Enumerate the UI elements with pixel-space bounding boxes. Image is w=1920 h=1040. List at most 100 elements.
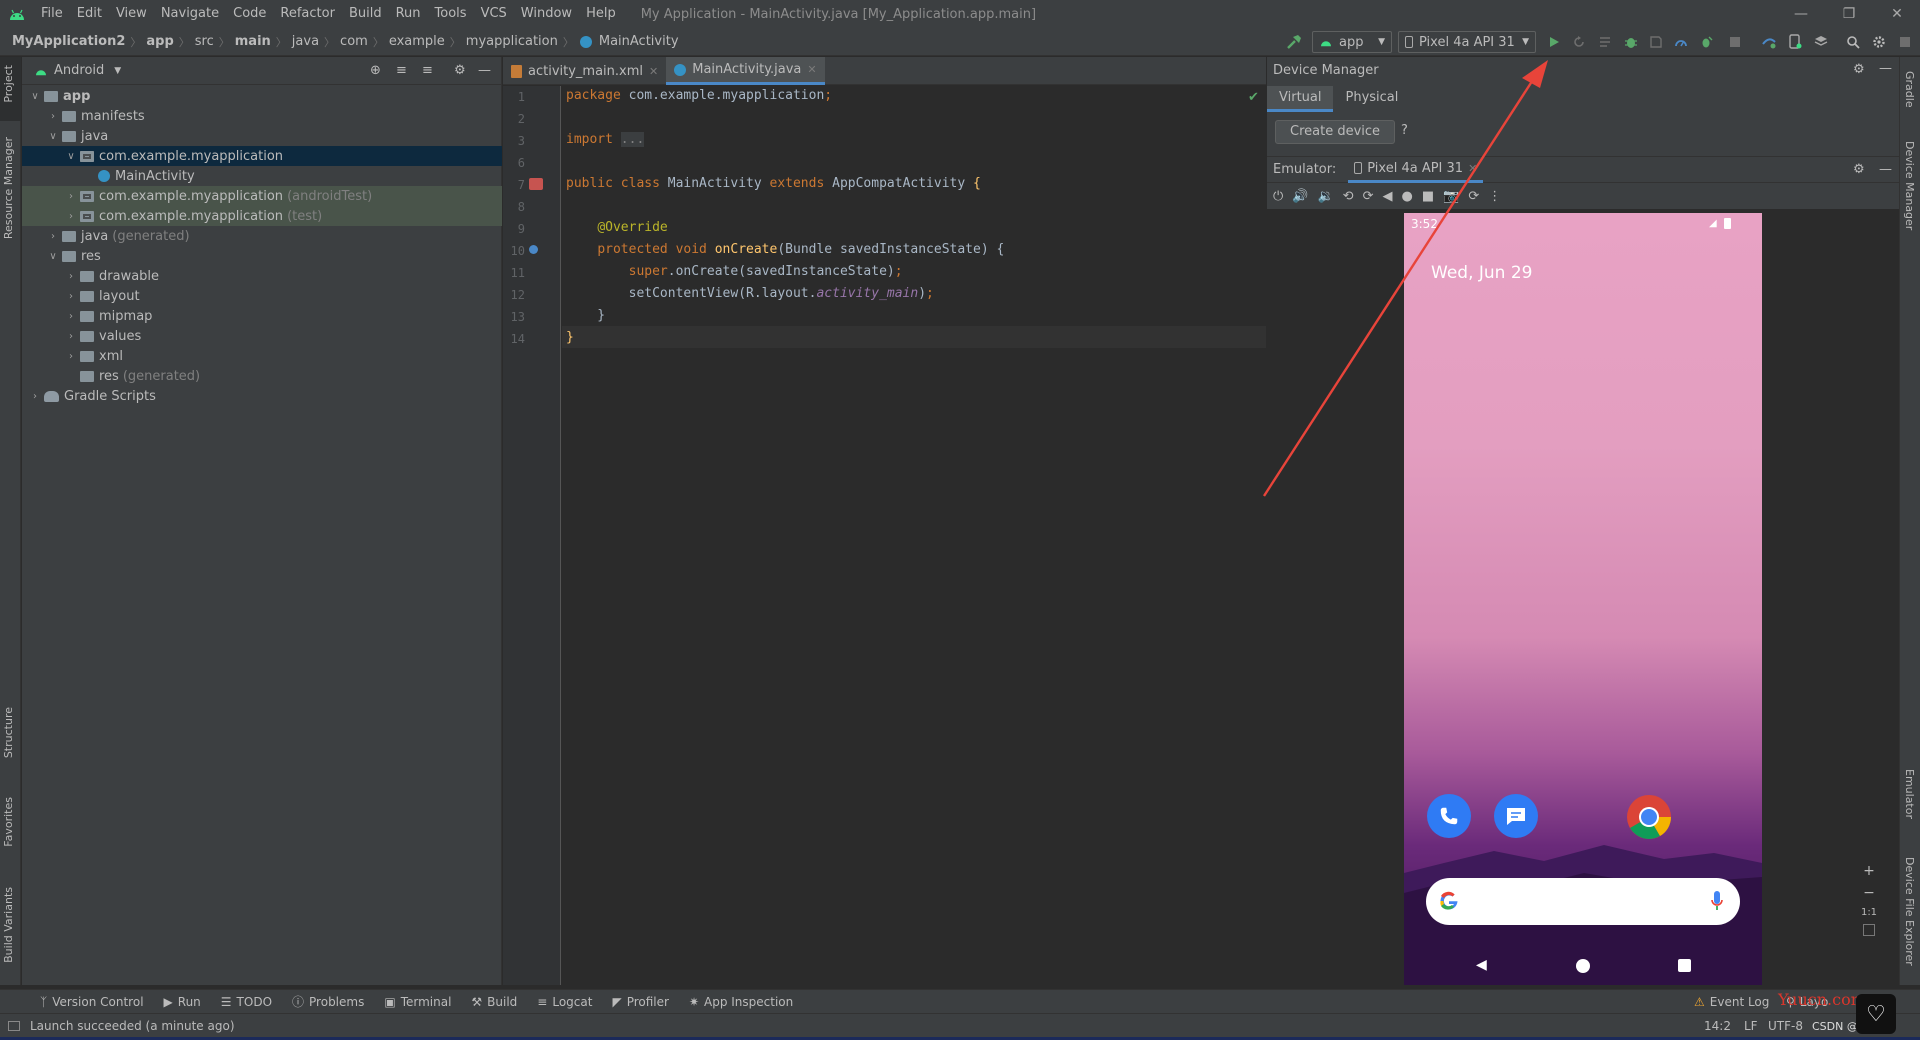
breadcrumb-java[interactable]: java: [289, 34, 322, 49]
hide-panel-icon[interactable]: —: [478, 63, 491, 78]
panel-settings-gear-icon[interactable]: ⚙: [1853, 162, 1865, 177]
stripe-resource-manager[interactable]: Resource Manager: [2, 137, 15, 239]
chevron-down-icon[interactable]: ∨: [46, 131, 60, 142]
microphone-icon[interactable]: [1710, 890, 1724, 914]
zoom-out-button[interactable]: −: [1863, 885, 1875, 901]
line-separator[interactable]: LF: [1744, 1019, 1758, 1033]
chevron-right-icon[interactable]: ›: [64, 331, 78, 342]
phone-back-icon[interactable]: ◀: [1476, 957, 1487, 973]
chevron-down-icon[interactable]: ∨: [46, 251, 60, 262]
stripe-emulator[interactable]: Emulator: [1903, 769, 1916, 819]
stripe-build-variants[interactable]: Build Variants: [2, 887, 15, 963]
tree-item[interactable]: › Gradle Scripts: [22, 386, 502, 406]
sync-gradle-icon[interactable]: [1760, 33, 1778, 51]
tree-item[interactable]: › manifests: [22, 106, 502, 126]
menu-view[interactable]: View: [109, 0, 154, 28]
sdk-manager-icon[interactable]: [1812, 33, 1830, 51]
chevron-right-icon[interactable]: ›: [64, 271, 78, 282]
breadcrumb-example[interactable]: example: [386, 34, 448, 49]
breadcrumb-myapplication[interactable]: myapplication: [463, 34, 561, 49]
status-toggle-icon[interactable]: [8, 1020, 20, 1031]
code-editor[interactable]: ✔ package com.example.myapplication; impo…: [562, 86, 1266, 985]
stripe-structure[interactable]: Structure: [2, 707, 15, 758]
tree-item[interactable]: ∨ com.example.myapplication: [22, 146, 502, 166]
tree-item[interactable]: › mipmap: [22, 306, 502, 326]
tree-item[interactable]: ∨ java: [22, 126, 502, 146]
chevron-right-icon[interactable]: ›: [28, 391, 42, 402]
run-config-select[interactable]: app ▼: [1312, 31, 1392, 53]
chevron-right-icon[interactable]: ›: [46, 111, 60, 122]
tree-item[interactable]: › values: [22, 326, 502, 346]
tree-item[interactable]: › drawable: [22, 266, 502, 286]
code-token[interactable]: ...: [620, 132, 645, 147]
avd-manager-icon[interactable]: [1786, 33, 1804, 51]
stripe-project[interactable]: Project: [2, 65, 15, 103]
menu-refactor[interactable]: Refactor: [273, 0, 342, 28]
phone-home-icon[interactable]: [1576, 959, 1590, 973]
hammer-build-icon[interactable]: [1285, 33, 1303, 51]
menu-edit[interactable]: Edit: [70, 0, 109, 28]
override-gutter-icon[interactable]: [529, 245, 538, 254]
attach-debugger-icon[interactable]: [1697, 33, 1715, 51]
tab-activity-main-xml[interactable]: activity_main.xml ✕: [503, 57, 666, 85]
breadcrumb-project[interactable]: MyApplication2: [9, 34, 128, 49]
tool-logcat[interactable]: ≡ Logcat: [527, 995, 602, 1009]
restore-icon[interactable]: ❐: [1826, 0, 1872, 28]
menu-code[interactable]: Code: [226, 0, 273, 28]
panel-settings-gear-icon[interactable]: ⚙: [454, 63, 466, 78]
chevron-down-icon[interactable]: ▼: [114, 66, 121, 76]
minimize-icon[interactable]: —: [1778, 0, 1824, 28]
chevron-right-icon[interactable]: ›: [64, 351, 78, 362]
menu-file[interactable]: File: [34, 0, 70, 28]
breadcrumb-com[interactable]: com: [337, 34, 371, 49]
breadcrumb-main[interactable]: main: [232, 34, 274, 49]
stop-icon[interactable]: [1726, 33, 1744, 51]
close-tab-icon[interactable]: ✕: [807, 63, 816, 76]
tree-item[interactable]: › com.example.myapplication (androidTest): [22, 186, 502, 206]
tool-run[interactable]: ▶ Run: [154, 995, 211, 1009]
zoom-in-button[interactable]: +: [1863, 863, 1875, 879]
tree-item[interactable]: MainActivity: [22, 166, 502, 186]
expand-all-icon[interactable]: ≡: [396, 63, 407, 78]
messages-app-icon[interactable]: [1494, 794, 1538, 838]
plugin-icon[interactable]: [1896, 33, 1914, 51]
breadcrumb-app[interactable]: app: [143, 34, 176, 49]
file-encoding[interactable]: UTF-8: [1768, 1019, 1803, 1033]
chevron-down-icon[interactable]: ∨: [28, 91, 42, 102]
tab-mainactivity-java[interactable]: MainActivity.java ✕: [666, 57, 825, 85]
tree-item[interactable]: ∨ app: [22, 86, 502, 106]
hide-panel-icon[interactable]: —: [1879, 61, 1892, 76]
debug-icon[interactable]: [1622, 33, 1640, 51]
menu-vcs[interactable]: VCS: [474, 0, 514, 28]
apply-changes-restart-icon[interactable]: [1570, 33, 1588, 51]
tool-terminal[interactable]: ▣ Terminal: [374, 995, 461, 1009]
chrome-app-icon[interactable]: [1626, 794, 1672, 840]
apply-code-changes-icon[interactable]: [1596, 33, 1614, 51]
google-search-bar[interactable]: [1426, 878, 1740, 925]
activity-gutter-icon[interactable]: [529, 178, 543, 190]
menu-run[interactable]: Run: [389, 0, 428, 28]
menu-tools[interactable]: Tools: [428, 0, 474, 28]
tree-item[interactable]: › com.example.myapplication (test): [22, 206, 502, 226]
tool-event-log[interactable]: ⚠ Event Log: [1684, 995, 1779, 1009]
stripe-device-file-explorer[interactable]: Device File Explorer: [1903, 857, 1916, 966]
hide-panel-icon[interactable]: —: [1879, 162, 1892, 177]
search-icon[interactable]: [1844, 33, 1862, 51]
tool-todo[interactable]: ☰ TODO: [211, 995, 282, 1009]
tree-item[interactable]: › java (generated): [22, 226, 502, 246]
chevron-down-icon[interactable]: ∨: [64, 151, 78, 162]
device-select[interactable]: Pixel 4a API 31 ▼: [1398, 31, 1536, 53]
tool-build[interactable]: ⚒ Build: [461, 995, 527, 1009]
chevron-right-icon[interactable]: ›: [64, 191, 78, 202]
menu-help[interactable]: Help: [579, 0, 623, 28]
chevron-right-icon[interactable]: ›: [64, 211, 78, 222]
tree-item[interactable]: res (generated): [22, 366, 502, 386]
zoom-fit-icon[interactable]: [1863, 924, 1875, 936]
settings-gear-icon[interactable]: [1870, 33, 1888, 51]
tree-item[interactable]: › xml: [22, 346, 502, 366]
coverage-icon[interactable]: [1647, 33, 1665, 51]
project-view-mode[interactable]: Android: [54, 63, 104, 78]
tool-app-inspection[interactable]: ✷ App Inspection: [679, 995, 803, 1009]
stripe-gradle[interactable]: Gradle: [1903, 71, 1916, 108]
phone-overview-icon[interactable]: [1678, 959, 1691, 972]
